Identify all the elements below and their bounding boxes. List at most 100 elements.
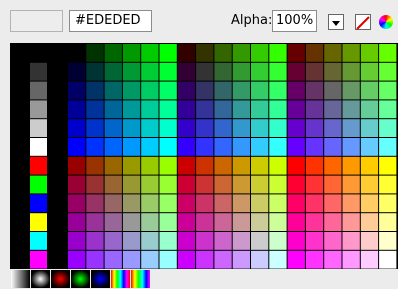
color-swatch[interactable]	[86, 138, 104, 156]
color-swatch[interactable]	[305, 194, 324, 213]
color-swatch[interactable]	[305, 138, 324, 156]
color-swatch[interactable]	[86, 81, 104, 100]
color-swatch[interactable]	[251, 81, 269, 100]
color-swatch[interactable]	[287, 213, 305, 231]
color-swatch[interactable]	[214, 44, 232, 62]
color-swatch[interactable]	[342, 250, 360, 269]
color-swatch[interactable]	[305, 213, 324, 231]
color-swatch[interactable]	[104, 250, 122, 269]
color-swatch[interactable]	[68, 250, 86, 269]
color-swatch[interactable]	[177, 250, 196, 269]
color-swatch[interactable]	[360, 194, 379, 213]
color-swatch[interactable]	[360, 62, 379, 81]
color-swatch[interactable]	[141, 62, 159, 81]
color-swatch[interactable]	[122, 213, 141, 231]
color-swatch[interactable]	[68, 44, 86, 62]
color-swatch[interactable]	[86, 250, 104, 269]
color-swatch[interactable]	[324, 100, 342, 119]
color-swatch[interactable]	[232, 250, 250, 269]
linear-rainbow-swatch[interactable]	[111, 270, 130, 288]
color-swatch[interactable]	[177, 175, 196, 194]
radial-gradient-swatch[interactable]	[31, 270, 50, 288]
color-swatch[interactable]	[379, 250, 397, 269]
color-swatch[interactable]	[86, 44, 104, 62]
color-swatch[interactable]	[379, 138, 397, 156]
color-swatch[interactable]	[104, 100, 122, 119]
color-swatch[interactable]	[324, 213, 342, 231]
color-swatch[interactable]	[251, 175, 269, 194]
color-swatch[interactable]	[141, 44, 159, 62]
color-swatch[interactable]	[141, 138, 159, 156]
color-swatch[interactable]	[196, 44, 214, 62]
color-swatch[interactable]	[68, 175, 86, 194]
color-swatch[interactable]	[305, 62, 324, 81]
color-swatch[interactable]	[86, 62, 104, 81]
color-swatch[interactable]	[196, 119, 214, 137]
color-swatch[interactable]	[232, 156, 250, 175]
color-swatch[interactable]	[324, 250, 342, 269]
color-swatch[interactable]	[141, 119, 159, 137]
color-swatch[interactable]	[269, 62, 287, 81]
color-swatch[interactable]	[251, 44, 269, 62]
radial-green-swatch[interactable]	[71, 270, 90, 288]
color-swatch[interactable]	[287, 138, 305, 156]
color-swatch[interactable]	[342, 213, 360, 231]
color-swatch[interactable]	[342, 138, 360, 156]
color-swatch[interactable]	[287, 250, 305, 269]
color-swatch[interactable]	[287, 175, 305, 194]
color-swatch[interactable]	[360, 138, 379, 156]
left-swatch[interactable]	[30, 119, 47, 137]
color-swatch[interactable]	[342, 194, 360, 213]
color-swatch[interactable]	[342, 232, 360, 250]
color-swatch[interactable]	[159, 156, 177, 175]
color-swatch[interactable]	[177, 213, 196, 231]
color-swatch[interactable]	[269, 175, 287, 194]
color-swatch[interactable]	[159, 213, 177, 231]
color-swatch[interactable]	[269, 156, 287, 175]
color-swatch[interactable]	[342, 175, 360, 194]
color-swatch[interactable]	[214, 138, 232, 156]
color-swatch[interactable]	[360, 44, 379, 62]
color-swatch[interactable]	[141, 81, 159, 100]
color-swatch[interactable]	[196, 100, 214, 119]
color-swatch[interactable]	[177, 138, 196, 156]
color-swatch[interactable]	[104, 213, 122, 231]
color-swatch[interactable]	[269, 138, 287, 156]
color-swatch[interactable]	[360, 119, 379, 137]
color-swatch[interactable]	[379, 175, 397, 194]
color-swatch[interactable]	[214, 213, 232, 231]
color-swatch[interactable]	[196, 138, 214, 156]
color-swatch[interactable]	[141, 213, 159, 231]
color-swatch[interactable]	[342, 62, 360, 81]
no-color-button[interactable]	[355, 14, 371, 30]
linear-gradient-swatch[interactable]	[11, 270, 30, 288]
color-swatch[interactable]	[104, 62, 122, 81]
color-swatch[interactable]	[214, 250, 232, 269]
color-swatch[interactable]	[86, 194, 104, 213]
color-swatch[interactable]	[68, 213, 86, 231]
color-swatch[interactable]	[269, 194, 287, 213]
color-swatch[interactable]	[360, 81, 379, 100]
color-swatch[interactable]	[86, 232, 104, 250]
color-swatch[interactable]	[287, 62, 305, 81]
color-swatch[interactable]	[379, 81, 397, 100]
color-swatch[interactable]	[269, 100, 287, 119]
left-swatch[interactable]	[30, 175, 47, 194]
color-swatch[interactable]	[122, 44, 141, 62]
left-swatch[interactable]	[30, 81, 47, 100]
color-swatch[interactable]	[122, 194, 141, 213]
color-swatch[interactable]	[342, 100, 360, 119]
color-swatch[interactable]	[324, 175, 342, 194]
color-swatch[interactable]	[251, 119, 269, 137]
color-swatch[interactable]	[360, 175, 379, 194]
color-swatch[interactable]	[122, 138, 141, 156]
color-swatch[interactable]	[122, 175, 141, 194]
color-swatch[interactable]	[68, 194, 86, 213]
color-swatch[interactable]	[122, 100, 141, 119]
color-swatch[interactable]	[196, 175, 214, 194]
color-swatch[interactable]	[269, 81, 287, 100]
color-swatch[interactable]	[141, 175, 159, 194]
color-swatch[interactable]	[196, 232, 214, 250]
color-swatch[interactable]	[141, 156, 159, 175]
color-swatch[interactable]	[68, 138, 86, 156]
